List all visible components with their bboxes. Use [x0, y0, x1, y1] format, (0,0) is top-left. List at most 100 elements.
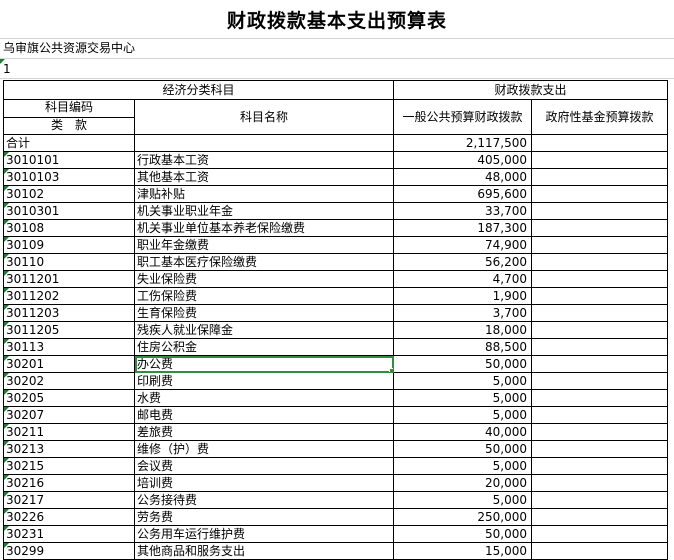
general-amount-cell[interactable]: 18,000 [393, 321, 532, 339]
general-amount-cell[interactable]: 74,900 [393, 236, 532, 254]
gov-fund-amount-cell[interactable] [531, 338, 668, 356]
header-econ-group[interactable]: 经济分类科目 [3, 80, 394, 100]
gov-fund-amount-cell[interactable] [531, 372, 668, 390]
name-cell[interactable]: 维修（护）费 [134, 440, 394, 458]
name-cell[interactable]: 办公费 [134, 355, 394, 373]
header-code-cell[interactable]: 科目编码 类 款 [3, 99, 135, 135]
general-amount-cell[interactable]: 56,200 [393, 253, 532, 271]
general-amount-cell[interactable]: 5,000 [393, 406, 532, 424]
general-amount-cell[interactable]: 250,000 [393, 508, 532, 526]
general-amount-cell[interactable]: 48,000 [393, 168, 532, 186]
gov-fund-amount-cell[interactable] [531, 185, 668, 203]
general-amount-cell[interactable]: 5,000 [393, 372, 532, 390]
header-fund-group[interactable]: 财政拨款支出 [393, 80, 668, 100]
gov-fund-amount-cell[interactable] [531, 440, 668, 458]
code-cell[interactable]: 30226 [3, 508, 135, 526]
code-cell[interactable]: 30217 [3, 491, 135, 509]
gov-fund-amount-cell[interactable] [531, 423, 668, 441]
code-cell[interactable]: 30201 [3, 355, 135, 373]
general-amount-cell[interactable]: 1,900 [393, 287, 532, 305]
general-amount-cell[interactable]: 50,000 [393, 525, 532, 543]
gov-fund-amount-cell[interactable] [531, 542, 668, 560]
name-cell[interactable]: 水费 [134, 389, 394, 407]
code-cell[interactable]: 合计 [3, 134, 135, 152]
gov-fund-amount-cell[interactable] [531, 508, 668, 526]
code-cell[interactable]: 30113 [3, 338, 135, 356]
gov-fund-amount-cell[interactable] [531, 491, 668, 509]
name-cell[interactable]: 残疾人就业保障金 [134, 321, 394, 339]
name-cell[interactable]: 培训费 [134, 474, 394, 492]
code-cell[interactable]: 30299 [3, 542, 135, 560]
code-cell[interactable]: 30109 [3, 236, 135, 254]
code-cell[interactable]: 3011202 [3, 287, 135, 305]
code-cell[interactable]: 30110 [3, 253, 135, 271]
general-amount-cell[interactable]: 5,000 [393, 389, 532, 407]
gov-fund-amount-cell[interactable] [531, 287, 668, 305]
header-general-budget[interactable]: 一般公共预算财政拨款 [393, 99, 532, 135]
general-amount-cell[interactable]: 15,000 [393, 542, 532, 560]
general-amount-cell[interactable]: 50,000 [393, 355, 532, 373]
name-cell[interactable]: 机关事业单位基本养老保险缴费 [134, 219, 394, 237]
name-cell[interactable]: 生育保险费 [134, 304, 394, 322]
name-cell[interactable]: 其他基本工资 [134, 168, 394, 186]
code-cell[interactable]: 3010301 [3, 202, 135, 220]
gov-fund-amount-cell[interactable] [531, 270, 668, 288]
code-cell[interactable]: 30207 [3, 406, 135, 424]
name-cell[interactable]: 差旅费 [134, 423, 394, 441]
name-cell[interactable]: 职工基本医疗保险缴费 [134, 253, 394, 271]
code-cell[interactable]: 3010103 [3, 168, 135, 186]
name-cell[interactable]: 其他商品和服务支出 [134, 542, 394, 560]
code-cell[interactable]: 30231 [3, 525, 135, 543]
code-cell[interactable]: 3011201 [3, 270, 135, 288]
gov-fund-amount-cell[interactable] [531, 389, 668, 407]
gov-fund-amount-cell[interactable] [531, 355, 668, 373]
gov-fund-amount-cell[interactable] [531, 134, 668, 152]
name-cell[interactable]: 劳务费 [134, 508, 394, 526]
unit-name[interactable]: 乌审旗公共资源交易中心 [3, 40, 135, 57]
general-amount-cell[interactable]: 3,700 [393, 304, 532, 322]
sheet-number[interactable]: 1 [3, 61, 11, 78]
code-cell[interactable]: 3011205 [3, 321, 135, 339]
gov-fund-amount-cell[interactable] [531, 202, 668, 220]
gov-fund-amount-cell[interactable] [531, 321, 668, 339]
name-cell[interactable]: 邮电费 [134, 406, 394, 424]
gov-fund-amount-cell[interactable] [531, 253, 668, 271]
code-cell[interactable]: 3011203 [3, 304, 135, 322]
name-cell[interactable]: 印刷费 [134, 372, 394, 390]
code-cell[interactable]: 30108 [3, 219, 135, 237]
code-cell[interactable]: 30215 [3, 457, 135, 475]
code-cell[interactable]: 30211 [3, 423, 135, 441]
general-amount-cell[interactable]: 405,000 [393, 151, 532, 169]
name-cell[interactable]: 会议费 [134, 457, 394, 475]
general-amount-cell[interactable]: 2,117,500 [393, 134, 532, 152]
name-cell[interactable]: 失业保险费 [134, 270, 394, 288]
general-amount-cell[interactable]: 88,500 [393, 338, 532, 356]
name-cell[interactable]: 职业年金缴费 [134, 236, 394, 254]
code-cell[interactable]: 30202 [3, 372, 135, 390]
name-cell[interactable] [134, 134, 394, 152]
gov-fund-amount-cell[interactable] [531, 151, 668, 169]
code-cell[interactable]: 30102 [3, 185, 135, 203]
general-amount-cell[interactable]: 33,700 [393, 202, 532, 220]
general-amount-cell[interactable]: 20,000 [393, 474, 532, 492]
header-item-name[interactable]: 科目名称 [134, 99, 394, 135]
gov-fund-amount-cell[interactable] [531, 457, 668, 475]
gov-fund-amount-cell[interactable] [531, 474, 668, 492]
gov-fund-amount-cell[interactable] [531, 525, 668, 543]
gov-fund-amount-cell[interactable] [531, 236, 668, 254]
name-cell[interactable]: 机关事业职业年金 [134, 202, 394, 220]
name-cell[interactable]: 行政基本工资 [134, 151, 394, 169]
general-amount-cell[interactable]: 187,300 [393, 219, 532, 237]
header-gov-fund[interactable]: 政府性基金预算拨款 [531, 99, 668, 135]
general-amount-cell[interactable]: 5,000 [393, 491, 532, 509]
general-amount-cell[interactable]: 40,000 [393, 423, 532, 441]
gov-fund-amount-cell[interactable] [531, 219, 668, 237]
gov-fund-amount-cell[interactable] [531, 168, 668, 186]
name-cell[interactable]: 住房公积金 [134, 338, 394, 356]
general-amount-cell[interactable]: 695,600 [393, 185, 532, 203]
code-cell[interactable]: 30213 [3, 440, 135, 458]
gov-fund-amount-cell[interactable] [531, 304, 668, 322]
name-cell[interactable]: 公务接待费 [134, 491, 394, 509]
name-cell[interactable]: 公务用车运行维护费 [134, 525, 394, 543]
name-cell[interactable]: 津贴补贴 [134, 185, 394, 203]
